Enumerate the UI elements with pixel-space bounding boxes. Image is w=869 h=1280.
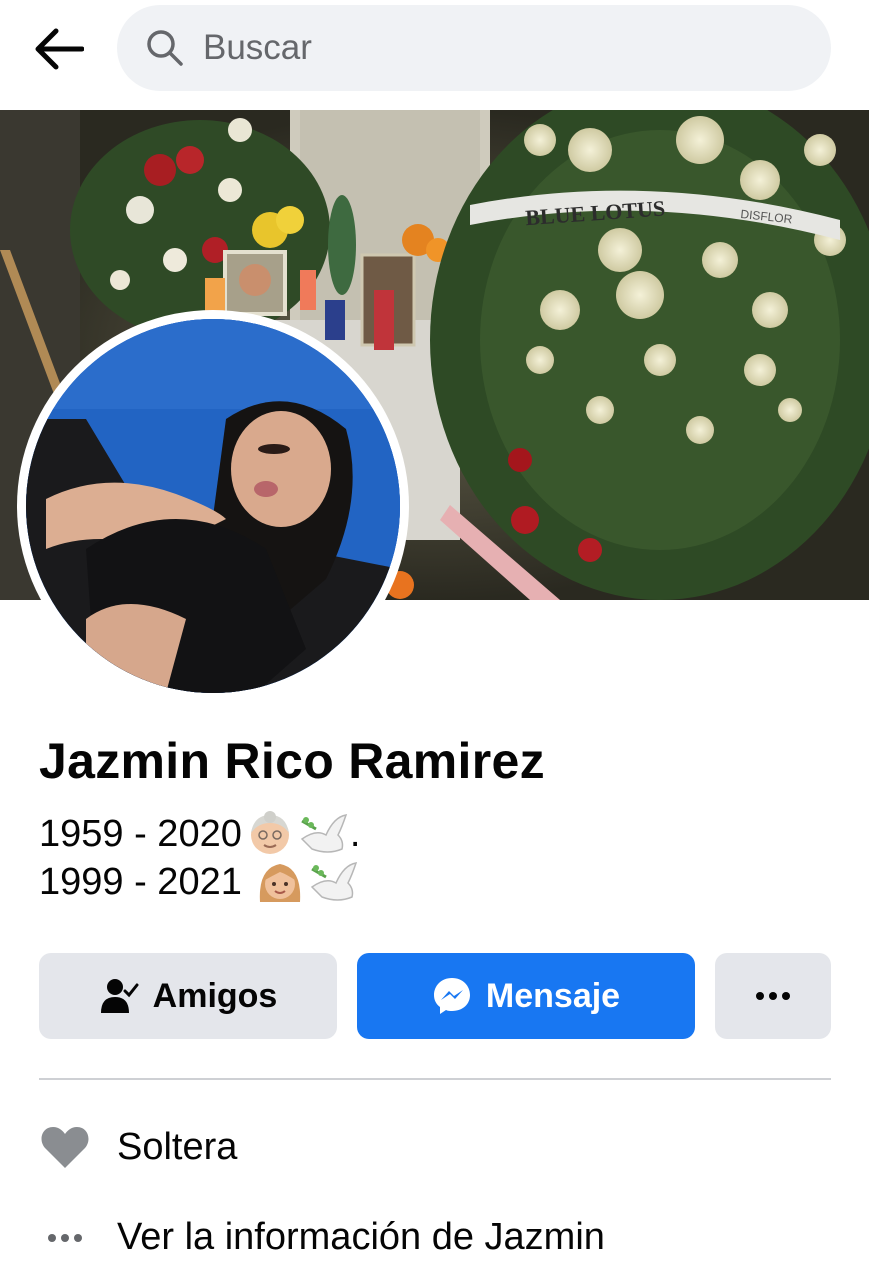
profile-bio: 1959 - 2020 . 1999 - 2021 [39,810,360,906]
top-bar [0,0,869,108]
old-woman-emoji [246,811,294,857]
friends-label: Amigos [152,976,278,1015]
bio-line: 1999 - 2021 [39,858,360,906]
search-input[interactable] [203,28,763,68]
messenger-icon [432,976,472,1016]
more-dots-icon [39,1232,91,1244]
dove-emoji [298,811,350,857]
dove-emoji [308,859,360,905]
bio-years: 1959 - 2020 [39,813,242,855]
profile-name: Jazmin Rico Ramirez [39,733,545,789]
see-info-link[interactable]: Ver la información de Jazmin [117,1216,605,1259]
relationship-row: Soltera [39,1124,237,1170]
profile-picture-frame[interactable] [17,310,409,702]
back-button[interactable] [26,22,90,76]
search-icon [145,27,187,69]
relationship-status: Soltera [117,1125,238,1168]
search-bar[interactable] [117,5,831,91]
bio-years: 1999 - 2021 [39,861,253,903]
arrow-left-icon [35,28,84,70]
more-dots-icon [756,992,790,1000]
see-info-row[interactable]: Ver la información de Jazmin [39,1216,605,1259]
bio-line: 1959 - 2020 . [39,810,360,858]
woman-emoji [256,858,304,906]
friends-check-icon [99,977,139,1015]
more-options-button[interactable] [715,953,831,1039]
message-button[interactable]: Mensaje [357,953,695,1039]
heart-icon [39,1124,91,1170]
friends-button[interactable]: Amigos [39,953,337,1039]
avatar[interactable] [26,319,400,693]
divider [39,1078,831,1080]
message-label: Mensaje [485,976,621,1015]
bio-suffix: . [349,813,361,855]
